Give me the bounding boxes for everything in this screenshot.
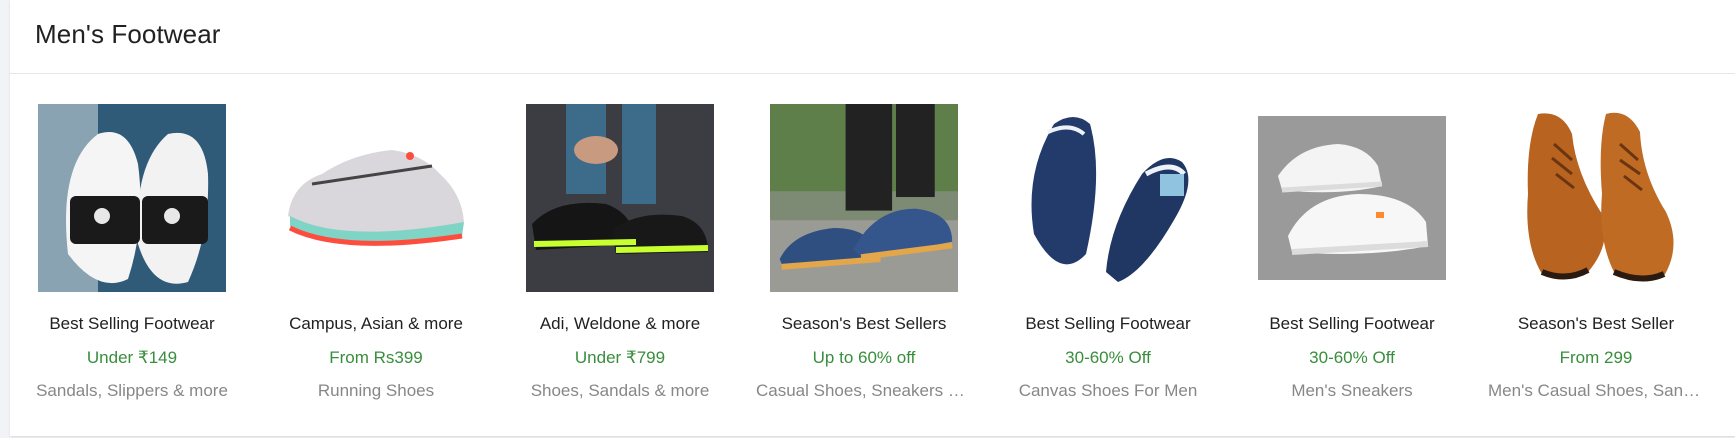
tile-name[interactable]: Season's Best Seller — [1474, 314, 1718, 334]
tile-offer[interactable]: Under ₹799 — [498, 348, 742, 368]
tile-name[interactable]: Best Selling Footwear — [10, 314, 254, 334]
product-tile[interactable]: Campus, Asian & more From Rs399 Running … — [254, 74, 498, 436]
tile-name[interactable]: Campus, Asian & more — [254, 314, 498, 334]
tile-offer[interactable]: 30-60% Off — [1230, 348, 1474, 368]
product-tile[interactable]: Adi, Weldone & more Under ₹799 Shoes, Sa… — [498, 74, 742, 436]
casual-shoes-image[interactable] — [770, 100, 958, 296]
brown-boots-image[interactable] — [1502, 100, 1690, 296]
product-row: Best Selling Footwear Under ₹149 Sandals… — [10, 74, 1735, 436]
tile-subtitle[interactable]: Sandals, Slippers & more — [24, 381, 240, 401]
tile-subtitle[interactable]: Shoes, Sandals & more — [512, 381, 728, 401]
tile-offer[interactable]: From 299 — [1474, 348, 1718, 368]
tile-subtitle[interactable]: Men's Casual Shoes, Sandals & more — [1488, 381, 1704, 401]
running-shoe-image[interactable] — [282, 100, 470, 296]
section-title: Men's Footwear — [35, 19, 221, 49]
canvas-loafers-image[interactable] — [1014, 100, 1202, 296]
slider-sandals-image[interactable] — [38, 100, 226, 296]
tile-name[interactable]: Best Selling Footwear — [986, 314, 1230, 334]
tile-name[interactable]: Best Selling Footwear — [1230, 314, 1474, 334]
product-tile[interactable]: Season's Best Sellers Up to 60% off Casu… — [742, 74, 986, 436]
tile-offer[interactable]: Under ₹149 — [10, 348, 254, 368]
mens-footwear-section: Men's Footwear Best Selling Footwear Und… — [10, 0, 1735, 436]
sport-shoes-image[interactable] — [526, 100, 714, 296]
tile-name[interactable]: Season's Best Sellers — [742, 314, 986, 334]
product-tile[interactable]: Season's Best Seller From 299 Men's Casu… — [1474, 74, 1718, 436]
tile-offer[interactable]: 30-60% Off — [986, 348, 1230, 368]
tile-subtitle[interactable]: Casual Shoes, Sneakers & more — [756, 381, 972, 401]
tile-name[interactable]: Adi, Weldone & more — [498, 314, 742, 334]
section-header: Men's Footwear — [10, 0, 1735, 74]
white-sneakers-image[interactable] — [1258, 100, 1446, 296]
tile-subtitle[interactable]: Men's Sneakers — [1244, 381, 1460, 401]
product-tile[interactable]: Best Selling Footwear Under ₹149 Sandals… — [10, 74, 254, 436]
tile-offer[interactable]: Up to 60% off — [742, 348, 986, 368]
tile-subtitle[interactable]: Canvas Shoes For Men — [1000, 381, 1216, 401]
product-tile[interactable]: Best Selling Footwear 30-60% Off Men's S… — [1230, 74, 1474, 436]
tile-subtitle[interactable]: Running Shoes — [268, 381, 484, 401]
tile-offer[interactable]: From Rs399 — [254, 348, 498, 368]
product-tile[interactable]: Best Selling Footwear 30-60% Off Canvas … — [986, 74, 1230, 436]
